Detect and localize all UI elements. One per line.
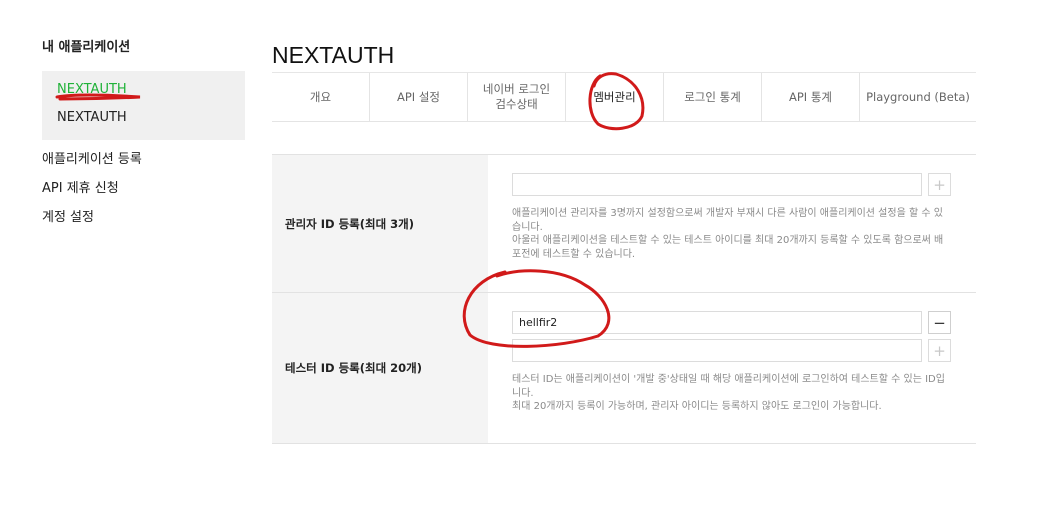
tester-id-input-empty[interactable] <box>512 339 922 362</box>
tester-remove-button[interactable]: − <box>928 311 951 334</box>
admin-help-line-1: 애플리케이션 관리자를 3명까지 설정함으로써 개발자 부재시 다른 사람이 애… <box>512 208 943 233</box>
sidebar-link-register-app[interactable]: 애플리케이션 등록 <box>42 149 245 178</box>
tester-id-input[interactable] <box>512 311 922 334</box>
sidebar-app-list: NEXTAUTH NEXTAUTH <box>42 71 245 140</box>
sidebar-title: 내 애플리케이션 <box>42 40 131 55</box>
admin-id-input[interactable] <box>512 173 922 196</box>
tab-api-settings[interactable]: API 설정 <box>370 73 468 121</box>
admin-id-row: 관리자 ID 등록(최대 3개) + 애플리케이션 관리자를 3명까지 설정함으… <box>272 155 976 293</box>
admin-id-content: + 애플리케이션 관리자를 3명까지 설정함으로써 개발자 부재시 다른 사람이… <box>488 155 976 292</box>
tester-help-line-2: 최대 20개까지 등록이 가능하며, 관리자 아이디는 등록하지 않아도 로그인… <box>512 401 882 412</box>
tester-add-button[interactable]: + <box>928 339 951 362</box>
admin-add-button[interactable]: + <box>928 173 951 196</box>
tab-api-stats[interactable]: API 통계 <box>762 73 860 121</box>
tester-id-content: − + 테스터 ID는 애플리케이션이 '개발 중'상태일 때 해당 애플리케이… <box>488 293 976 443</box>
admin-help-line-2: 아울러 애플리케이션을 테스트할 수 있는 테스트 아이디를 최대 20개까지 … <box>512 235 944 260</box>
tab-login-stats[interactable]: 로그인 통계 <box>664 73 762 121</box>
sidebar: 내 애플리케이션 NEXTAUTH NEXTAUTH 애플리케이션 등록 API… <box>42 38 245 236</box>
member-form: 관리자 ID 등록(최대 3개) + 애플리케이션 관리자를 3명까지 설정함으… <box>272 154 976 444</box>
tester-id-label: 테스터 ID 등록(최대 20개) <box>272 293 488 443</box>
sidebar-link-account-settings[interactable]: 계정 설정 <box>42 207 245 236</box>
tab-overview[interactable]: 개요 <box>272 73 370 121</box>
tab-bar: 개요 API 설정 네이버 로그인 검수상태 멤버관리 로그인 통계 API 통… <box>272 73 976 122</box>
tester-id-row: 테스터 ID 등록(최대 20개) − + 테스터 ID는 애플리케이션이 '개… <box>272 293 976 444</box>
tester-help-line-1: 테스터 ID는 애플리케이션이 '개발 중'상태일 때 해당 애플리케이션에 로… <box>512 374 945 399</box>
tab-playground[interactable]: Playground (Beta) <box>860 73 976 121</box>
sidebar-app-item-active[interactable]: NEXTAUTH <box>57 81 127 99</box>
sidebar-app-item[interactable]: NEXTAUTH <box>57 109 127 127</box>
tab-member-management[interactable]: 멤버관리 <box>566 73 664 121</box>
tab-login-review-status[interactable]: 네이버 로그인 검수상태 <box>468 73 566 121</box>
admin-id-label: 관리자 ID 등록(최대 3개) <box>272 155 488 292</box>
main-content: NEXTAUTH 개요 API 설정 네이버 로그인 검수상태 멤버관리 로그인… <box>272 38 976 444</box>
sidebar-link-api-partnership[interactable]: API 제휴 신청 <box>42 178 245 207</box>
page-title: NEXTAUTH <box>272 38 976 73</box>
